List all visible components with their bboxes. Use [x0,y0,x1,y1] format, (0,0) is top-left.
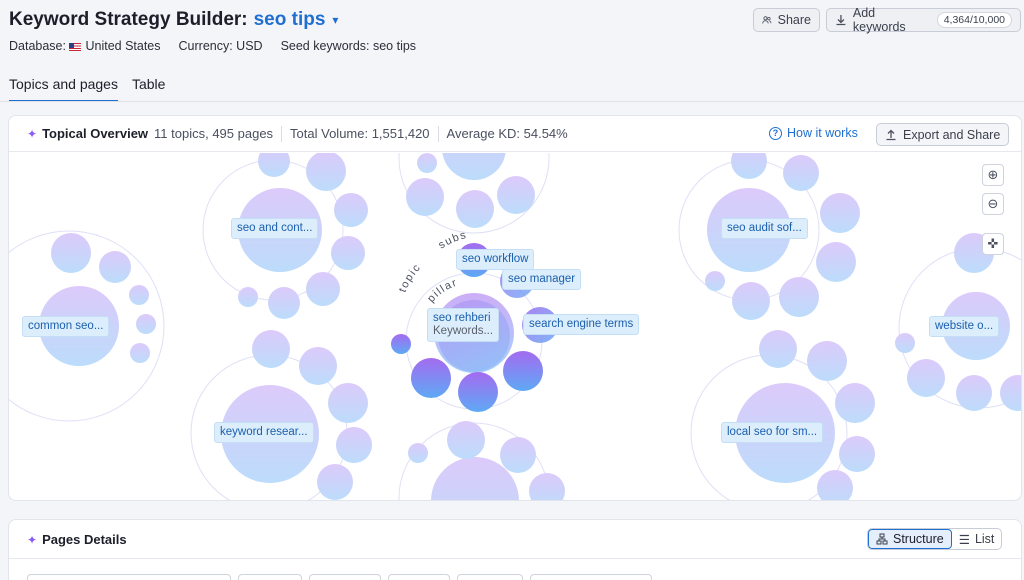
how-it-works-label: How it works [787,126,858,140]
seed-info: Seed keywords: seo tips [280,39,417,53]
topic-label-seo-content[interactable]: seo and cont... [231,218,319,239]
subtopic-label-seo-workflow[interactable]: seo workflow [456,249,535,270]
zoom-out-icon[interactable]: ⊖ [982,193,1004,215]
svg-text:topic: topic [397,261,424,294]
filter-dropdown[interactable] [457,574,523,580]
chevron-down-icon[interactable]: ▾ [332,13,338,27]
list-icon: ☰ [958,532,970,547]
export-and-share-button[interactable]: Export and Share [876,123,1010,146]
download-icon [836,15,846,26]
topic-label-website[interactable]: website o... [929,316,1000,337]
pages-divider [9,558,1021,559]
title-prefix: Keyword Strategy Builder: [9,9,248,30]
pillar-label-seo-rehberi[interactable]: seo rehberi Keywords... [427,308,500,342]
report-meta: Database: United States Currency: USD Se… [9,39,416,53]
filter-dropdown[interactable] [309,574,381,580]
pillar-label-title: seo rehberi [433,312,491,324]
subtopic-label-seo-manager[interactable]: seo manager [502,269,582,290]
zoom-in-icon[interactable]: ⊕ [982,164,1004,186]
overview-title: Topical Overview [42,126,149,141]
average-kd: Average KD: 54.54% [446,126,568,141]
users-icon [762,16,772,24]
question-circle-icon: ? [769,126,782,140]
keyword-selector[interactable]: seo tips [254,9,326,31]
topic-label-common-seo[interactable]: common seo... [22,316,110,337]
pillar-label-sub: Keywords... [433,325,494,337]
page-title: Keyword Strategy Builder: seo tips ▾ [9,9,338,31]
us-flag-icon [69,43,82,51]
filter-dropdown[interactable] [530,574,652,580]
topic-graph[interactable]: topic subs pillar ⊕ ⊖ ✜ seo and cont... … [9,116,1021,500]
filter-dropdown[interactable] [238,574,302,580]
add-keywords-label: Add keywords [852,6,906,34]
structure-label: Structure [893,532,944,546]
share-button[interactable]: Share [753,8,820,32]
view-mode-toggle: Structure ☰ List [867,528,1003,550]
topic-graph-canvas: topic subs pillar [9,116,1021,500]
tabs-divider [0,101,1024,102]
database-value: United States [85,39,161,53]
tab-topics-and-pages[interactable]: Topics and pages [9,76,118,102]
view-tabs: Topics and pages Table [9,76,165,102]
list-view-button[interactable]: ☰ List [952,529,1002,549]
divider [437,125,439,142]
subtopic-label-search-engine-terms[interactable]: search engine terms [523,314,640,335]
recenter-icon[interactable]: ✜ [982,233,1004,255]
sparkle-icon: ✦ [27,532,38,547]
database-info: Database: United States [9,39,161,53]
topic-label-seo-audit[interactable]: seo audit sof... [721,218,808,239]
tab-table[interactable]: Table [132,76,165,102]
total-volume: Total Volume: 1,551,420 [290,126,430,141]
structure-icon [876,533,888,545]
sparkle-icon: ✦ [27,126,38,141]
divider [281,125,283,142]
upload-icon [886,129,896,140]
export-label: Export and Share [903,127,1001,142]
topic-label-local-seo[interactable]: local seo for sm... [721,422,824,443]
pages-details-header: ✦ Pages Details [27,532,127,547]
arc-label-topic: topic [397,261,422,294]
pages-details-card: ✦ Pages Details Structure ☰ List [8,519,1022,580]
keyword-limit-badge: 4,364/10,000 [936,12,1012,28]
currency-info: Currency: USD [178,39,263,53]
topics-count: 11 topics, 495 pages [154,126,274,141]
how-it-works-link[interactable]: ? How it works [769,126,858,140]
structure-view-button[interactable]: Structure [868,529,952,549]
topic-label-keyword-research[interactable]: keyword resear... [214,422,314,443]
database-label: Database: [9,39,66,53]
overview-header: ✦ Topical Overview 11 topics, 495 pages … [9,116,1021,152]
add-keywords-button[interactable]: Add keywords 4,364/10,000 [826,6,1021,34]
search-input[interactable] [27,574,231,580]
filter-dropdown[interactable] [388,574,450,580]
share-label: Share [777,13,811,27]
list-label: List [974,532,995,546]
pages-details-title: Pages Details [42,532,127,547]
topical-overview-card: ✦ Topical Overview 11 topics, 495 pages … [8,115,1022,501]
